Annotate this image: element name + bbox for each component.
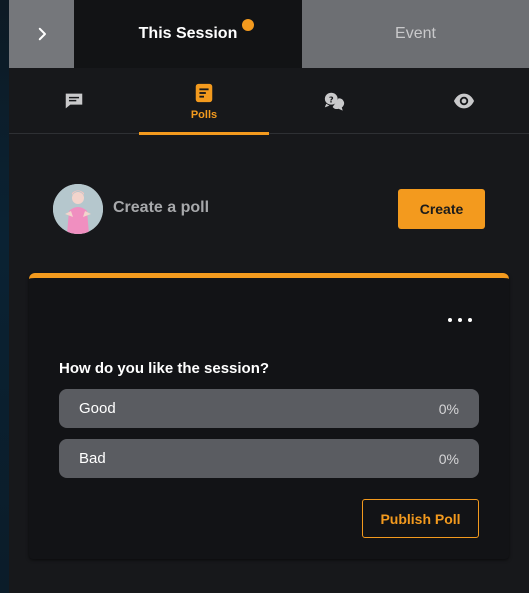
tab-qa[interactable]: ? xyxy=(269,68,399,134)
active-tab-indicator xyxy=(139,132,269,135)
tab-this-session[interactable]: This Session xyxy=(74,0,302,68)
more-options-button[interactable] xyxy=(448,314,472,326)
tab-polls[interactable]: Polls xyxy=(139,68,269,135)
publish-poll-button[interactable]: Publish Poll xyxy=(362,499,479,538)
more-horizontal-icon-dot xyxy=(448,318,452,322)
poll-card: How do you like the session? Good 0% Bad… xyxy=(29,273,509,559)
poll-option-bad[interactable]: Bad 0% xyxy=(59,439,479,478)
poll-option-label: Good xyxy=(79,400,116,417)
session-tab-bar: This Session Event xyxy=(9,0,529,68)
session-panel: This Session Event Polls ? Create a poll… xyxy=(9,0,529,593)
poll-option-percent: 0% xyxy=(438,401,459,417)
background-edge xyxy=(0,0,9,593)
avatar xyxy=(53,184,103,234)
create-button[interactable]: Create xyxy=(398,189,485,229)
create-poll-row: Create a poll Create xyxy=(53,184,485,234)
create-poll-label: Create a poll xyxy=(113,199,210,216)
chevron-right-icon xyxy=(38,27,46,41)
tab-chat[interactable] xyxy=(9,68,139,134)
poll-question: How do you like the session? xyxy=(59,360,270,377)
feature-tabs: Polls ? xyxy=(9,68,529,135)
poll-option-percent: 0% xyxy=(438,451,459,467)
poll-option-label: Bad xyxy=(79,450,106,467)
eye-icon xyxy=(453,93,475,109)
more-horizontal-icon-dot xyxy=(458,318,462,322)
chat-icon xyxy=(65,93,83,109)
user-avatar-image xyxy=(53,184,103,234)
more-horizontal-icon-dot xyxy=(468,318,472,322)
poll-option-good[interactable]: Good 0% xyxy=(59,389,479,428)
tab-event-label: Event xyxy=(395,25,436,42)
qa-icon: ? xyxy=(324,92,345,111)
poll-icon xyxy=(195,83,213,102)
tab-this-session-label: This Session xyxy=(138,25,238,42)
tab-polls-label: Polls xyxy=(190,108,218,121)
tab-viewers[interactable] xyxy=(399,68,529,134)
collapse-panel-button[interactable] xyxy=(9,0,74,68)
tab-event[interactable]: Event xyxy=(302,0,529,68)
svg-text:?: ? xyxy=(329,94,334,104)
notification-dot xyxy=(242,19,254,31)
